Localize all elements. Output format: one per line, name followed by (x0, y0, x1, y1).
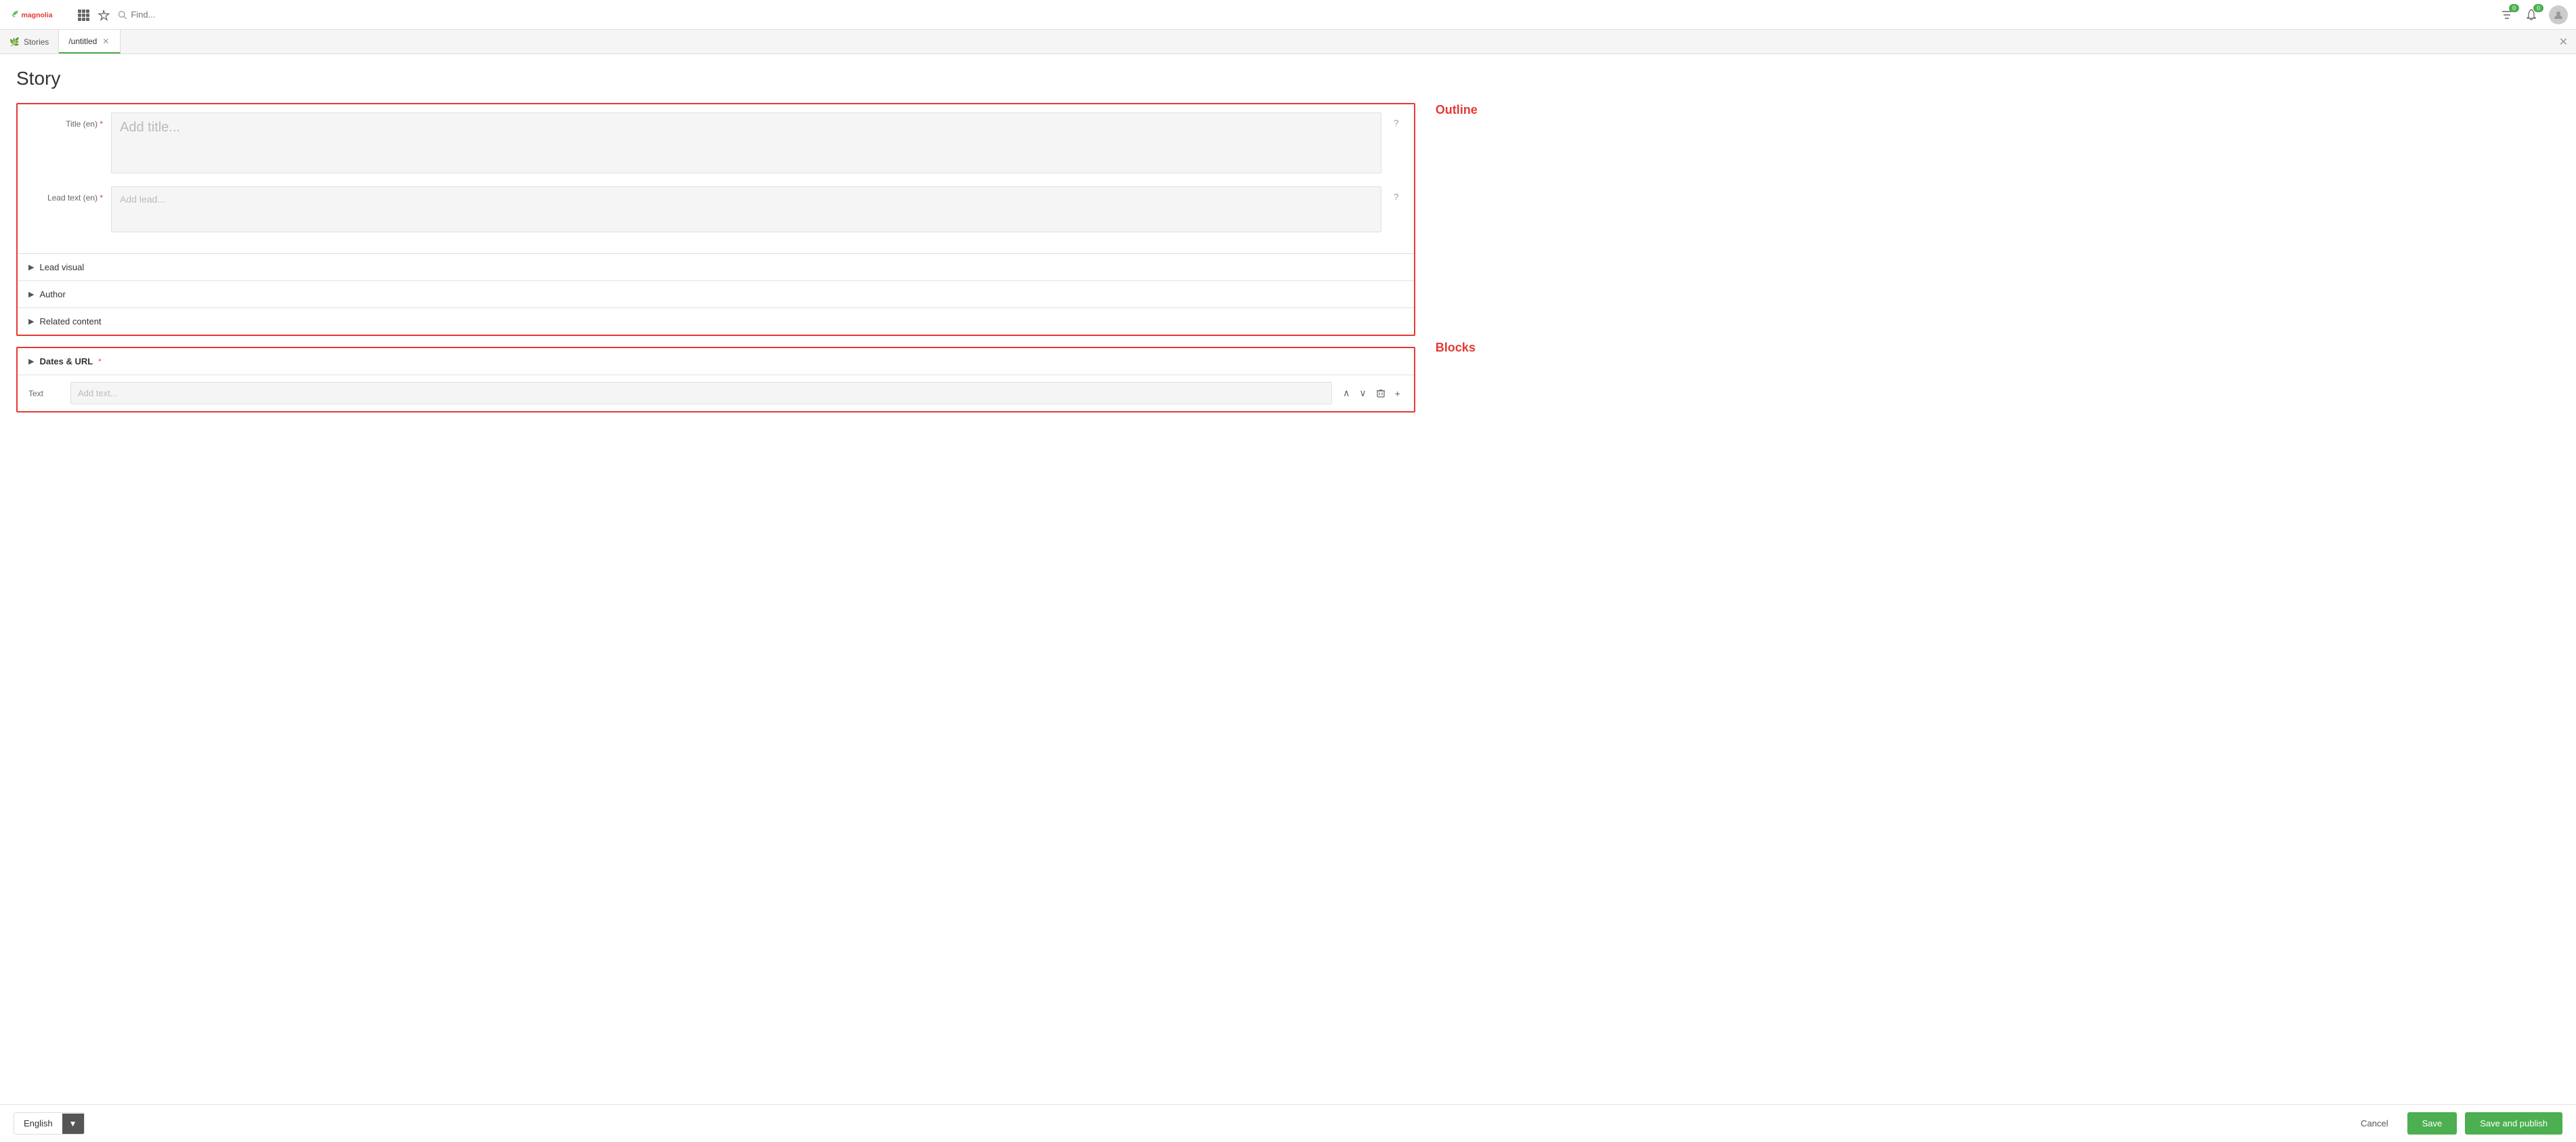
title-input-wrap (111, 112, 1381, 175)
left-column: Title (en) * ? Lead text (en) * (16, 103, 1415, 413)
lead-text-field-row: Lead text (en) * ? (28, 186, 1403, 234)
logo: magnolia (8, 5, 69, 24)
block-delete-button[interactable] (1373, 387, 1388, 400)
tab-untitled-label: /untitled (68, 37, 97, 46)
dropdown-chevron-icon: ▼ (69, 1119, 77, 1128)
blocks-box: ▶ Dates & URL * Text ∧ ∨ (16, 347, 1415, 413)
author-chevron: ▶ (28, 290, 34, 299)
tab-bar: 🌿 Stories /untitled ✕ ✕ (0, 30, 2576, 54)
lead-visual-label: Lead visual (39, 262, 84, 272)
main-content: Story Title (en) * ? (0, 54, 2576, 1142)
title-field-row: Title (en) * ? (28, 112, 1403, 175)
lead-text-input-wrap (111, 186, 1381, 234)
tab-untitled[interactable]: /untitled ✕ (59, 30, 121, 54)
dates-chevron: ▶ (28, 357, 34, 366)
tab-stories-label: Stories (24, 37, 49, 47)
related-content-chevron: ▶ (28, 317, 34, 326)
outline-fields: Title (en) * ? Lead text (en) * (18, 104, 1414, 253)
dates-url-row[interactable]: ▶ Dates & URL * (18, 348, 1414, 375)
save-publish-button[interactable]: Save and publish (2465, 1112, 2562, 1135)
title-required-mark: * (100, 119, 103, 129)
search-input[interactable] (131, 9, 389, 20)
related-content-row[interactable]: ▶ Related content (18, 308, 1414, 335)
avatar[interactable] (2549, 5, 2568, 24)
dates-label: Dates & URL (39, 356, 93, 366)
nav-right: 0 0 (2500, 5, 2568, 24)
text-block-label: Text (28, 389, 62, 398)
block-add-button[interactable]: + (1392, 387, 1403, 400)
cancel-button[interactable]: Cancel (2350, 1113, 2399, 1134)
outline-section-label: Outline (1436, 103, 2560, 117)
language-label: English (14, 1113, 62, 1134)
bell-icon-badge[interactable]: 0 (2525, 8, 2538, 22)
bottom-bar: English ▼ Cancel Save Save and publish (0, 1104, 2576, 1142)
top-nav: magnolia (0, 0, 2576, 30)
language-dropdown-button[interactable]: ▼ (62, 1114, 84, 1134)
lead-text-input[interactable] (111, 186, 1381, 232)
bell-badge: 0 (2533, 4, 2543, 12)
lead-visual-row[interactable]: ▶ Lead visual (18, 253, 1414, 280)
lead-help-button[interactable]: ? (1390, 186, 1403, 202)
tab-close-button[interactable]: ✕ (101, 35, 110, 47)
bottom-right-actions: Cancel Save Save and publish (2350, 1112, 2562, 1135)
lead-visual-chevron: ▶ (28, 263, 34, 272)
related-content-label: Related content (39, 316, 101, 326)
grid-icon[interactable] (77, 9, 89, 21)
leaf-icon: 🌿 (9, 37, 20, 47)
author-row[interactable]: ▶ Author (18, 280, 1414, 308)
title-help-button[interactable]: ? (1390, 112, 1403, 128)
filter-icon-badge[interactable]: 0 (2500, 8, 2514, 22)
language-selector[interactable]: English ▼ (14, 1112, 85, 1135)
filter-badge: 0 (2509, 4, 2519, 12)
dates-required-mark: * (98, 358, 101, 366)
lead-text-field-label: Lead text (en) * (28, 186, 103, 203)
title-field-label: Title (en) * (28, 112, 103, 129)
blocks-section-label: Blocks (1436, 341, 2560, 355)
tab-bar-close-button[interactable]: ✕ (2551, 35, 2576, 49)
right-column: Outline Blocks (1415, 103, 2560, 413)
block-up-button[interactable]: ∧ (1340, 386, 1352, 400)
block-actions: ∧ ∨ + (1340, 386, 1403, 400)
save-button[interactable]: Save (2407, 1112, 2457, 1135)
text-block-input[interactable] (70, 382, 1332, 404)
outline-box: Title (en) * ? Lead text (en) * (16, 103, 1415, 336)
content-layout: Title (en) * ? Lead text (en) * (16, 103, 2560, 413)
lead-required-mark: * (100, 193, 103, 203)
block-down-button[interactable]: ∨ (1356, 386, 1369, 400)
star-icon[interactable] (98, 9, 110, 21)
tab-stories[interactable]: 🌿 Stories (0, 30, 59, 54)
page-title: Story (16, 68, 2560, 89)
author-label: Author (39, 289, 65, 299)
search-bar[interactable] (118, 9, 389, 20)
text-block-row: Text ∧ ∨ (18, 375, 1414, 411)
svg-text:magnolia: magnolia (22, 11, 53, 19)
title-input[interactable] (111, 112, 1381, 173)
